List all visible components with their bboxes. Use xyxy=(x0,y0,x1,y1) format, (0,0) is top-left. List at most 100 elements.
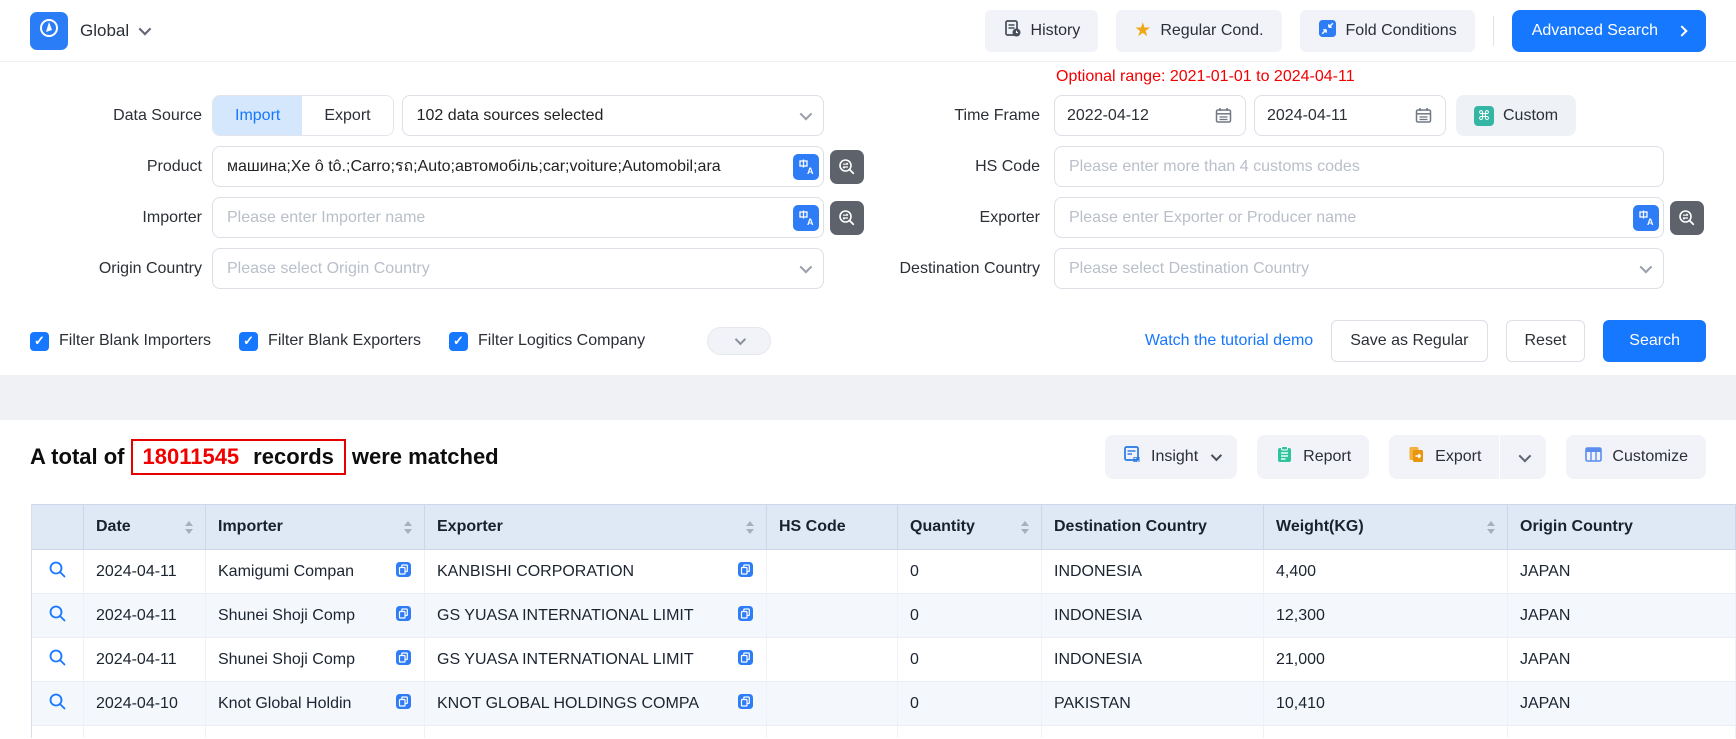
collapse-conditions-button[interactable] xyxy=(707,327,771,355)
row-search-icon[interactable] xyxy=(48,560,67,584)
optional-range-hint: Optional range: 2021-01-01 to 2024-04-11 xyxy=(1056,68,1355,86)
results-prefix: A total of xyxy=(30,444,125,470)
chevron-down-icon[interactable] xyxy=(139,23,152,36)
export-toggle[interactable]: Export xyxy=(302,96,392,135)
fuzzy-search-icon[interactable] xyxy=(1670,201,1704,235)
sort-icon[interactable] xyxy=(1479,521,1495,534)
copy-icon[interactable] xyxy=(395,649,412,671)
search-button[interactable]: Search xyxy=(1603,320,1706,362)
app-logo[interactable] xyxy=(30,12,68,50)
header-weight: Weight(KG) xyxy=(1264,504,1508,550)
header-origin: Origin Country xyxy=(1508,504,1736,550)
data-sources-value: 102 data sources selected xyxy=(417,107,604,125)
chevron-right-icon xyxy=(1676,25,1687,36)
cell-hs-code xyxy=(767,682,898,726)
header-importer: Importer xyxy=(206,504,425,550)
fold-conditions-button[interactable]: Fold Conditions xyxy=(1300,10,1475,52)
cell-exporter: KNOT GLOBAL HOLDINGS COMPA xyxy=(425,682,767,726)
exporter-input[interactable] xyxy=(1054,197,1664,238)
custom-range-button[interactable]: ⌘ Custom xyxy=(1456,95,1576,136)
report-button[interactable]: Report xyxy=(1257,435,1369,479)
insight-button[interactable]: BI Insight xyxy=(1105,435,1237,479)
importer-input[interactable] xyxy=(212,197,824,238)
region-selector-label[interactable]: Global xyxy=(80,21,129,41)
customize-button[interactable]: Customize xyxy=(1566,435,1706,479)
sort-icon[interactable] xyxy=(396,521,412,534)
fold-icon xyxy=(1318,19,1337,43)
cell-exporter: GS YUASA INTERNATIONAL LIMIT xyxy=(425,638,767,682)
cell-importer: Shunei Shoji Comp xyxy=(206,594,425,638)
origin-country-select[interactable]: Please select Origin Country xyxy=(212,248,824,289)
row-search-icon[interactable] xyxy=(48,604,67,628)
cell-hs-code xyxy=(767,594,898,638)
copy-icon[interactable] xyxy=(395,605,412,627)
date-start-input[interactable]: 2022-04-12 xyxy=(1054,95,1246,136)
sort-icon[interactable] xyxy=(1013,521,1029,534)
fuzzy-search-icon[interactable] xyxy=(830,150,864,184)
cell-exporter: GS YUASA INTERNATIONAL LIMIT xyxy=(425,594,767,638)
cell-hs-code xyxy=(767,550,898,594)
section-separator xyxy=(0,375,1736,420)
fold-conditions-label: Fold Conditions xyxy=(1346,22,1457,40)
svg-text:A: A xyxy=(807,217,814,227)
row-search-icon[interactable] xyxy=(48,648,67,672)
header-destination-label: Destination Country xyxy=(1054,518,1207,536)
header-destination: Destination Country xyxy=(1042,504,1264,550)
history-button[interactable]: History xyxy=(985,10,1099,52)
chevron-down-icon xyxy=(1211,450,1222,461)
filter-blank-importers-label: Filter Blank Importers xyxy=(59,332,211,350)
translate-icon[interactable]: A xyxy=(793,205,819,231)
regular-cond-button[interactable]: ★ Regular Cond. xyxy=(1116,10,1281,52)
table-header-row: Date Importer Exporter HS Code Quantity … xyxy=(32,504,1736,550)
advanced-search-label: Advanced Search xyxy=(1532,22,1658,40)
filter-blank-exporters-label: Filter Blank Exporters xyxy=(268,332,421,350)
table-row: 2024-04-10 Knot Global Holdin KNOT GLOBA… xyxy=(32,682,1736,726)
data-source-label: Data Source xyxy=(30,107,202,125)
export-button[interactable]: Export xyxy=(1389,435,1499,479)
filter-blank-exporters-checkbox[interactable]: ✓ Filter Blank Exporters xyxy=(239,332,421,351)
export-options-button[interactable] xyxy=(1500,435,1546,479)
filter-blank-importers-checkbox[interactable]: ✓ Filter Blank Importers xyxy=(30,332,211,351)
copy-icon[interactable] xyxy=(395,693,412,715)
copy-icon[interactable] xyxy=(737,693,754,715)
data-sources-select[interactable]: 102 data sources selected xyxy=(402,95,824,136)
advanced-search-button[interactable]: Advanced Search xyxy=(1512,10,1706,52)
cell-origin: JAPAN xyxy=(1508,638,1736,682)
sort-icon[interactable] xyxy=(738,521,754,534)
exporter-label: Exporter xyxy=(870,209,1040,227)
product-input[interactable] xyxy=(212,146,824,187)
header-importer-label: Importer xyxy=(218,518,283,536)
copy-icon[interactable] xyxy=(737,649,754,671)
record-count: 18011545 xyxy=(143,444,240,470)
star-icon: ★ xyxy=(1134,21,1151,40)
reset-button[interactable]: Reset xyxy=(1506,320,1586,362)
history-icon xyxy=(1003,19,1022,43)
row-search-icon[interactable] xyxy=(48,692,67,716)
data-source-toggle: Import Export xyxy=(212,95,394,136)
import-toggle[interactable]: Import xyxy=(213,96,302,135)
save-as-regular-button[interactable]: Save as Regular xyxy=(1331,320,1487,362)
copy-icon[interactable] xyxy=(395,561,412,583)
sort-icon[interactable] xyxy=(177,521,193,534)
tutorial-demo-link[interactable]: Watch the tutorial demo xyxy=(1145,332,1313,350)
records-word: records xyxy=(253,444,334,470)
table-row: 2024-04-11 Shunei Shoji Comp GS YUASA IN… xyxy=(32,594,1736,638)
copy-icon[interactable] xyxy=(737,561,754,583)
hs-code-input[interactable] xyxy=(1054,146,1664,187)
copy-icon[interactable] xyxy=(737,605,754,627)
filter-logitics-company-checkbox[interactable]: ✓ Filter Logitics Company xyxy=(449,332,645,351)
date-end-input[interactable]: 2024-04-11 xyxy=(1254,95,1446,136)
translate-icon[interactable]: A xyxy=(793,154,819,180)
origin-country-placeholder: Please select Origin Country xyxy=(227,260,430,278)
destination-country-select[interactable]: Please select Destination Country xyxy=(1054,248,1664,289)
command-icon: ⌘ xyxy=(1474,106,1494,126)
insight-icon: BI xyxy=(1123,445,1142,469)
cell-destination: INDONESIA xyxy=(1042,638,1264,682)
translate-icon[interactable]: A xyxy=(1633,205,1659,231)
cell-weight: 21,000 xyxy=(1264,638,1508,682)
chevron-down-icon xyxy=(1518,449,1531,462)
header-date: Date xyxy=(84,504,206,550)
regular-cond-label: Regular Cond. xyxy=(1160,22,1263,40)
fuzzy-search-icon[interactable] xyxy=(830,201,864,235)
hs-code-label: HS Code xyxy=(870,158,1040,176)
